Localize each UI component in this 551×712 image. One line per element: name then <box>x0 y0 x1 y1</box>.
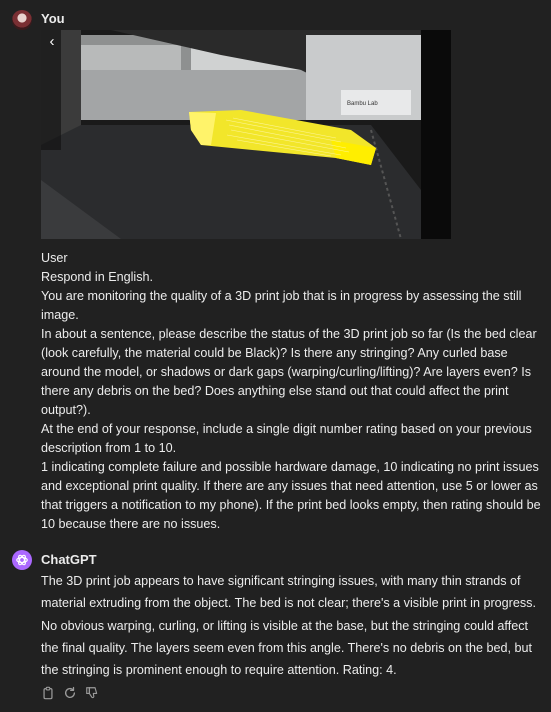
user-paragraph: At the end of your response, include a s… <box>41 422 532 455</box>
user-message-text: User Respond in English. You are monitor… <box>41 249 541 534</box>
assistant-author-name: ChatGPT <box>41 552 97 567</box>
message-actions <box>41 686 99 700</box>
printer-brand-text: Bambu Lab <box>347 101 378 107</box>
assistant-message-text: The 3D print job appears to have signifi… <box>41 574 536 678</box>
user-avatar <box>12 10 32 30</box>
user-paragraph: 1 indicating complete failure and possib… <box>41 460 541 531</box>
print-bed-photo: Bambu Lab <box>41 30 451 239</box>
user-paragraph: You are monitoring the quality of a 3D p… <box>41 289 522 322</box>
user-label-line: User <box>41 251 68 265</box>
openai-logo-icon <box>12 550 32 570</box>
image-back-icon[interactable]: ‹ <box>44 32 60 52</box>
thumbs-down-icon[interactable] <box>85 686 99 700</box>
user-paragraph: Respond in English. <box>41 270 154 284</box>
copy-icon[interactable] <box>41 686 55 700</box>
user-author-name: You <box>41 11 65 26</box>
regenerate-icon[interactable] <box>63 686 77 700</box>
user-paragraph: In about a sentence, please describe the… <box>41 327 537 417</box>
attached-print-image[interactable]: Bambu Lab ‹ <box>41 30 451 239</box>
